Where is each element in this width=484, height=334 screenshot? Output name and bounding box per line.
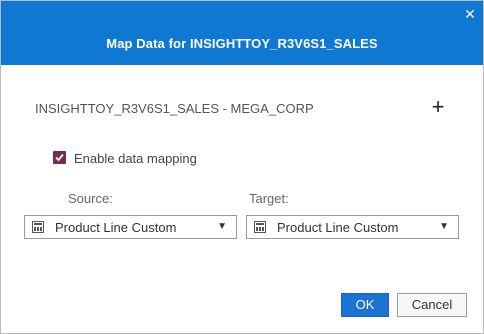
cancel-button[interactable]: Cancel bbox=[397, 293, 467, 317]
hierarchy-icon bbox=[254, 221, 266, 233]
source-select-value: Product Line Custom bbox=[55, 220, 177, 235]
map-data-dialog: Map Data for INSIGHTTOY_R3V6S1_SALES ✕ I… bbox=[0, 0, 484, 334]
hierarchy-icon bbox=[32, 221, 44, 233]
add-icon[interactable]: + bbox=[430, 96, 446, 118]
dialog-title: Map Data for INSIGHTTOY_R3V6S1_SALES bbox=[106, 36, 378, 51]
target-select-value: Product Line Custom bbox=[277, 220, 399, 235]
source-label: Source: bbox=[68, 191, 113, 206]
enable-data-mapping-label: Enable data mapping bbox=[74, 151, 197, 166]
target-label: Target: bbox=[249, 191, 289, 206]
target-select[interactable]: Product Line Custom ▼ bbox=[246, 215, 459, 239]
close-icon[interactable]: ✕ bbox=[463, 7, 477, 21]
ok-button[interactable]: OK bbox=[341, 293, 389, 317]
source-select[interactable]: Product Line Custom ▼ bbox=[24, 215, 237, 239]
chevron-down-icon: ▼ bbox=[217, 221, 227, 232]
enable-data-mapping-checkbox[interactable] bbox=[53, 151, 66, 164]
table-name: INSIGHTTOY_R3V6S1_SALES - MEGA_CORP bbox=[35, 101, 314, 116]
check-icon bbox=[55, 153, 64, 162]
chevron-down-icon: ▼ bbox=[439, 221, 449, 232]
dialog-titlebar: Map Data for INSIGHTTOY_R3V6S1_SALES ✕ bbox=[1, 1, 483, 65]
